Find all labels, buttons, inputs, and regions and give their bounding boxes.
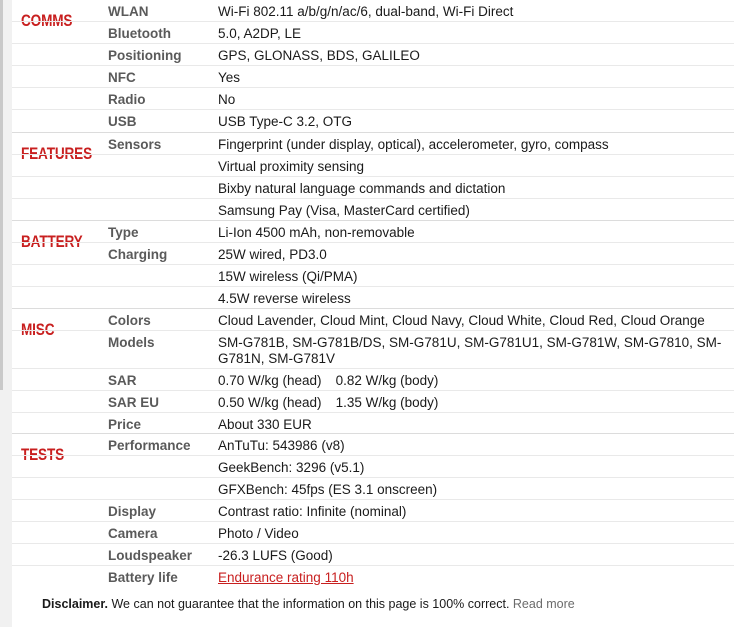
spec-row: 4.5W reverse wireless [12, 286, 734, 308]
left-page-edge-shadow [0, 0, 3, 390]
spec-row-title[interactable]: Charging [108, 247, 167, 262]
spec-row-value: Contrast ratio: Infinite (nominal) [218, 504, 407, 519]
spec-row-title[interactable]: Display [108, 504, 156, 519]
spec-row: Models SM-G781B, SM-G781B/DS, SM-G781U, S… [12, 330, 734, 368]
spec-row-title[interactable]: Battery life [108, 570, 178, 585]
spec-row: SAR 0.70 W/kg (head) 0.82 W/kg (body) [12, 368, 734, 390]
disclaimer: Disclaimer. We can not guarantee that th… [42, 597, 575, 611]
spec-row-title[interactable]: Bluetooth [108, 26, 171, 41]
spec-row-value: Yes [218, 70, 241, 85]
spec-row-title[interactable]: Colors [108, 313, 151, 328]
spec-row-title[interactable]: SAR [108, 373, 137, 388]
spec-row: Bixby natural language commands and dict… [12, 176, 734, 198]
sar-body-value: 1.35 W/kg (body) [335, 395, 439, 410]
spec-row-value: GFXBench: 45fps (ES 3.1 onscreen) [218, 482, 438, 497]
spec-row: Positioning GPS, GLONASS, BDS, GALILEO [12, 43, 734, 65]
spec-row: Performance AnTuTu: 543986 (v8) [12, 434, 734, 455]
spec-row-title[interactable]: Loudspeaker [108, 548, 192, 563]
spec-row: GFXBench: 45fps (ES 3.1 onscreen) [12, 477, 734, 499]
spec-row: GeekBench: 3296 (v5.1) [12, 455, 734, 477]
spec-row-title[interactable]: NFC [108, 70, 136, 85]
spec-row-value: Endurance rating 110h [218, 570, 733, 586]
sar-head-value: 0.70 W/kg (head) [218, 373, 322, 388]
spec-section-features: FEATURES Sensors Fingerprint (under displa… [12, 132, 734, 220]
spec-row: Charging 25W wired, PD3.0 [12, 242, 734, 264]
spec-row-value: GeekBench: 3296 (v5.1) [218, 460, 365, 475]
disclaimer-label: Disclaimer. [42, 597, 109, 611]
spec-row-value: About 330 EUR [218, 417, 312, 432]
spec-row-value: Bixby natural language commands and dict… [218, 181, 506, 196]
spec-row-value: No [218, 92, 236, 107]
spec-row-value: Virtual proximity sensing [218, 159, 365, 174]
spec-row-value: 5.0, A2DP, LE [218, 26, 302, 41]
sar-head-value: 0.50 W/kg (head) [218, 395, 322, 410]
spec-row: USB USB Type-C 3.2, OTG [12, 109, 734, 131]
spec-row-value: AnTuTu: 543986 (v8) [218, 438, 345, 453]
spec-row: WLAN Wi-Fi 802.11 a/b/g/n/ac/6, dual-band… [12, 0, 734, 21]
spec-row-value: Photo / Video [218, 526, 299, 541]
spec-row-title[interactable]: Models [108, 335, 155, 350]
spec-row-value: 0.70 W/kg (head) 0.82 W/kg (body) [218, 373, 733, 389]
spec-row-value: Li-Ion 4500 mAh, non-removable [218, 225, 415, 240]
spec-row-value: SM-G781B, SM-G781B/DS, SM-G781U, SM-G781… [218, 335, 722, 366]
spec-row-value: Wi-Fi 802.11 a/b/g/n/ac/6, dual-band, Wi… [218, 4, 514, 19]
read-more-link[interactable]: Read more [513, 597, 575, 611]
left-page-edge [0, 0, 12, 627]
sar-body-value: 0.82 W/kg (body) [335, 373, 439, 388]
spec-row-value: 15W wireless (Qi/PMA) [218, 269, 358, 284]
spec-row: Samsung Pay (Visa, MasterCard certified) [12, 198, 734, 220]
spec-row: Radio No [12, 87, 734, 109]
spec-row-title[interactable]: Type [108, 225, 139, 240]
disclaimer-text: We can not guarantee that the informatio… [108, 597, 513, 611]
spec-row: Loudspeaker -26.3 LUFS (Good) [12, 543, 734, 565]
spec-row-title[interactable]: Radio [108, 92, 146, 107]
spec-row: Battery life Endurance rating 110h [12, 565, 734, 587]
spec-section-tests: TESTS Performance AnTuTu: 543986 (v8) GeekB… [12, 433, 734, 587]
spec-row: Colors Cloud Lavender, Cloud Mint, Cloud … [12, 309, 734, 330]
spec-section-comms: COMMS WLAN Wi-Fi 802.11 a/b/g/n/ac/6, dual… [12, 0, 734, 131]
spec-row-value: -26.3 LUFS (Good) [218, 548, 333, 563]
spec-row-title[interactable]: Camera [108, 526, 158, 541]
spec-row-value: 4.5W reverse wireless [218, 291, 351, 306]
spec-row: Camera Photo / Video [12, 521, 734, 543]
spec-row-title[interactable]: Positioning [108, 48, 182, 63]
spec-row-title[interactable]: Price [108, 417, 141, 432]
spec-section-battery: BATTERY Type Li-Ion 4500 mAh, non-removabl… [12, 220, 734, 308]
spec-row: SAR EU 0.50 W/kg (head) 1.35 W/kg (body) [12, 390, 734, 412]
spec-row-value: Samsung Pay (Visa, MasterCard certified) [218, 203, 470, 218]
spec-row: Display Contrast ratio: Infinite (nominal… [12, 499, 734, 521]
spec-row-title[interactable]: WLAN [108, 4, 149, 19]
spec-row: NFC Yes [12, 65, 734, 87]
spec-row-value: 25W wired, PD3.0 [218, 247, 327, 262]
spec-row: Bluetooth 5.0, A2DP, LE [12, 21, 734, 43]
spec-section-misc: MISC Colors Cloud Lavender, Cloud Mint, Cl… [12, 308, 734, 434]
spec-row-value: Fingerprint (under display, optical), ac… [218, 137, 609, 152]
spec-row-title[interactable]: SAR EU [108, 395, 159, 410]
endurance-rating-link[interactable]: Endurance rating 110h [218, 570, 354, 585]
spec-row-title[interactable]: Sensors [108, 137, 161, 152]
spec-row-value: GPS, GLONASS, BDS, GALILEO [218, 48, 420, 63]
spec-row: 15W wireless (Qi/PMA) [12, 264, 734, 286]
spec-row-value: Cloud Lavender, Cloud Mint, Cloud Navy, … [218, 313, 705, 328]
spec-row-value: 0.50 W/kg (head) 1.35 W/kg (body) [218, 395, 733, 411]
spec-row-value: USB Type-C 3.2, OTG [218, 114, 353, 129]
spec-row-title[interactable]: Performance [108, 438, 191, 453]
spec-row: Sensors Fingerprint (under display, optic… [12, 133, 734, 154]
spec-row-title[interactable]: USB [108, 114, 137, 129]
spec-row: Price About 330 EUR [12, 412, 734, 434]
spec-row: Virtual proximity sensing [12, 154, 734, 176]
spec-row: Type Li-Ion 4500 mAh, non-removable [12, 221, 734, 242]
